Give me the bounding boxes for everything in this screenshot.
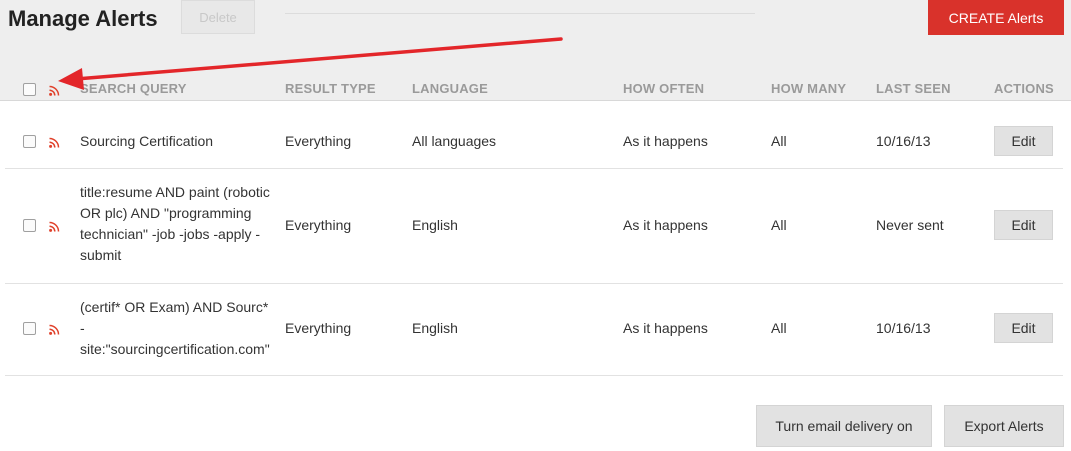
how-often-cell: As it happens [623, 320, 708, 336]
row-divider [5, 375, 1063, 376]
row-checkbox[interactable] [23, 219, 36, 232]
page-title: Manage Alerts [8, 6, 158, 31]
result-type-cell: Everything [285, 217, 352, 233]
column-header-actions: ACTIONS [994, 81, 1054, 96]
edit-button[interactable]: Edit [994, 126, 1053, 156]
rss-icon[interactable] [49, 137, 60, 148]
row-divider [5, 168, 1063, 169]
language-cell: English [412, 320, 458, 336]
column-header-how-often[interactable]: HOW OFTEN [623, 81, 704, 96]
delete-button[interactable]: Delete [181, 0, 255, 34]
divider [285, 13, 755, 14]
result-type-cell: Everything [285, 133, 352, 149]
rss-icon[interactable] [49, 324, 60, 335]
row-divider [5, 283, 1063, 284]
export-alerts-button[interactable]: Export Alerts [944, 405, 1064, 447]
column-header-result-type[interactable]: RESULT TYPE [285, 81, 376, 96]
how-often-cell: As it happens [623, 133, 708, 149]
how-often-cell: As it happens [623, 217, 708, 233]
query-cell: Sourcing Certification [80, 133, 214, 149]
how-many-cell: All [771, 320, 787, 336]
query-cell: title:resume AND paint (robotic OR plc) … [80, 184, 270, 263]
last-seen-cell: Never sent [876, 217, 944, 233]
last-seen-cell: 10/16/13 [876, 320, 931, 336]
how-many-cell: All [771, 133, 787, 149]
query-cell: (certif* OR Exam) AND Sourc* -site:"sour… [80, 299, 270, 357]
column-header-last-seen[interactable]: LAST SEEN [876, 81, 951, 96]
select-all-checkbox[interactable] [23, 83, 36, 96]
rss-icon[interactable] [49, 221, 60, 232]
alerts-table [0, 101, 1071, 451]
column-header-search-query[interactable]: SEARCH QUERY [80, 81, 187, 96]
how-many-cell: All [771, 217, 787, 233]
result-type-cell: Everything [285, 320, 352, 336]
rss-icon [49, 85, 60, 96]
language-cell: All languages [412, 133, 497, 149]
column-header-language[interactable]: LANGUAGE [412, 81, 488, 96]
create-alerts-button[interactable]: CREATE Alerts [928, 0, 1064, 35]
turn-email-delivery-on-button[interactable]: Turn email delivery on [756, 405, 932, 447]
column-header-how-many[interactable]: HOW MANY [771, 81, 846, 96]
edit-button[interactable]: Edit [994, 210, 1053, 240]
edit-button[interactable]: Edit [994, 313, 1053, 343]
language-cell: English [412, 217, 458, 233]
row-checkbox[interactable] [23, 135, 36, 148]
row-checkbox[interactable] [23, 322, 36, 335]
last-seen-cell: 10/16/13 [876, 133, 931, 149]
